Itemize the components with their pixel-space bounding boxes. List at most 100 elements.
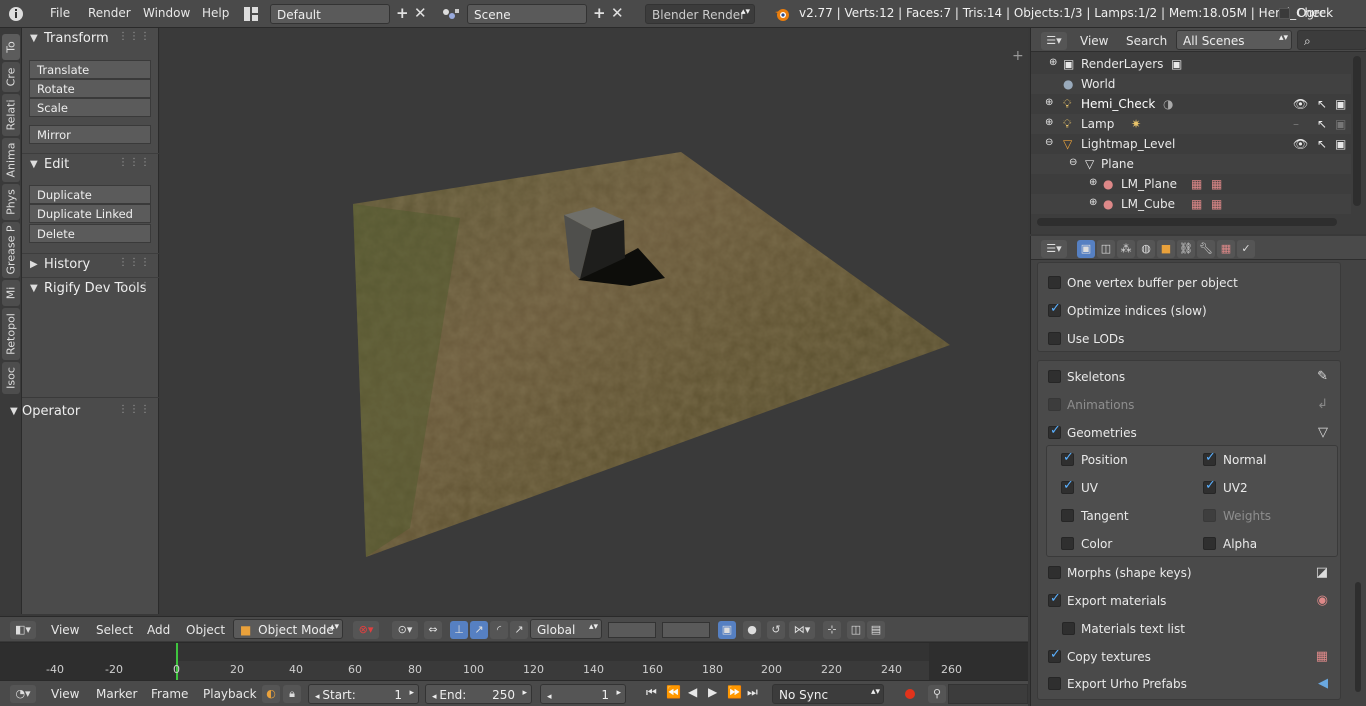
select-menu[interactable]: Select (96, 623, 133, 637)
playback-menu[interactable]: Playback (203, 687, 257, 701)
morphs-row[interactable]: Morphs (shape keys) ◪ (1038, 563, 1338, 583)
properties-scrollbar[interactable] (1355, 582, 1361, 692)
outliner-item-lamp[interactable]: ⊕ 💡︎ Lamp ✷ – ↖ ▣ (1031, 114, 1351, 134)
keyframe-type-icon[interactable]: ⚲ (928, 685, 946, 703)
expand-icon[interactable]: ⊕ (1045, 97, 1053, 108)
object-menu[interactable]: Object (186, 623, 225, 637)
outliner-h-scrollbar[interactable] (1037, 218, 1337, 226)
scene-tab-icon[interactable]: ⁂ (1117, 240, 1135, 258)
3d-viewport[interactable]: + (160, 28, 1028, 614)
drag-handle-icon[interactable]: ⋮⋮⋮ (118, 281, 151, 292)
geometries-row[interactable]: Geometries ▽ (1038, 423, 1338, 443)
weights-checkbox[interactable] (1203, 509, 1216, 522)
translate-button[interactable]: Translate (29, 60, 151, 79)
optimize-checkbox[interactable] (1048, 301, 1061, 317)
lock-icon[interactable]: 🔒︎ (283, 685, 301, 703)
jump-keyframe-back-icon[interactable]: ⏪ (666, 685, 681, 699)
operator-panel-header[interactable]: ▼ Operator ⋮⋮⋮ (0, 401, 159, 423)
render-tab-icon[interactable]: ▣ (1077, 240, 1095, 258)
transform-icon[interactable]: ↗ (510, 621, 528, 639)
select-cursor-icon[interactable]: ↖ (1317, 137, 1327, 151)
marker-menu[interactable]: Marker (96, 687, 137, 701)
render-layers-tab-icon[interactable]: ◫ (1097, 240, 1115, 258)
opengl-render-icon[interactable]: ▤ (867, 621, 885, 639)
tangent-row[interactable]: Tangent (1047, 506, 1187, 526)
delete-button[interactable]: Delete (29, 224, 151, 243)
outliner-v-scrollbar[interactable] (1353, 56, 1361, 206)
outliner-item-plane[interactable]: ⊖ ▽ Plane (1031, 154, 1351, 174)
menu-window[interactable]: Window (143, 6, 190, 20)
position-checkbox[interactable] (1061, 450, 1074, 466)
timeline[interactable]: -40 -20 0 20 40 60 80 100 120 140 160 18… (0, 642, 1028, 681)
lods-checkbox[interactable] (1048, 332, 1061, 345)
end-frame-field[interactable]: ◂ End: 250 ▸ (425, 684, 532, 704)
play-reverse-icon[interactable]: ◀ (688, 685, 697, 699)
collapse-icon[interactable]: ⊖ (1069, 157, 1077, 168)
copy-textures-checkbox[interactable] (1048, 647, 1061, 663)
geometries-checkbox[interactable] (1048, 423, 1061, 439)
outliner-item-world[interactable]: ● World (1031, 74, 1351, 94)
mode-select[interactable]: ■ Object Mode ▴▾ (233, 619, 343, 639)
outliner-editor-type-icon[interactable]: ☰▾ (1041, 32, 1067, 50)
layer-buttons-a[interactable] (608, 622, 656, 638)
one-vertex-checkbox[interactable] (1048, 276, 1061, 289)
tab-retopology[interactable]: Retopol (2, 308, 20, 360)
translate-manipulator-icon[interactable]: ⊥ (450, 621, 468, 639)
record-icon[interactable] (905, 689, 915, 699)
tab-grease-pencil[interactable]: Grease P (2, 222, 20, 278)
outliner-view-menu[interactable]: View (1080, 34, 1108, 48)
tab-physics[interactable]: Phys (2, 184, 20, 220)
alpha-row[interactable]: Alpha (1189, 534, 1329, 554)
menu-render[interactable]: Render (88, 6, 131, 20)
jump-keyframe-forward-icon[interactable]: ⏩ (727, 685, 742, 699)
select-cursor-icon[interactable]: ↖ (1317, 117, 1327, 131)
pivot-point-icon[interactable]: ⊙▾ (392, 621, 418, 639)
tangent-checkbox[interactable] (1061, 509, 1074, 522)
animations-row[interactable]: Animations ↲ (1038, 395, 1338, 415)
drag-handle-icon[interactable]: ⋮⋮⋮ (118, 157, 151, 168)
duplicate-button[interactable]: Duplicate (29, 185, 151, 204)
menu-file[interactable]: File (50, 6, 70, 20)
display-mode-select[interactable]: All Scenes ▴▾ (1176, 30, 1292, 50)
jump-start-icon[interactable]: ⏮ (646, 685, 657, 700)
weights-row[interactable]: Weights (1189, 506, 1329, 526)
alpha-checkbox[interactable] (1203, 537, 1216, 550)
outliner-item-lightmap-level[interactable]: ⊖ ▽ Lightmap_Level 👁︎ ↖ ▣ (1031, 134, 1351, 154)
materials-text-row[interactable]: Materials text list (1038, 619, 1338, 639)
export-prefabs-row[interactable]: Export Urho Prefabs ◀ (1038, 674, 1338, 694)
lods-row[interactable]: Use LODs (1038, 329, 1338, 349)
uv2-checkbox[interactable] (1203, 478, 1216, 494)
normal-row[interactable]: Normal (1189, 450, 1329, 470)
tab-misc[interactable]: Mi (2, 280, 20, 306)
texture-tab-icon[interactable]: ▦ (1217, 240, 1235, 258)
rotate-button[interactable]: Rotate (29, 79, 151, 98)
render-camera-icon[interactable]: ▣ (1335, 137, 1346, 151)
outliner-item-renderlayers[interactable]: ⊕ ▣ RenderLayers ▣ (1031, 54, 1351, 74)
jump-end-icon[interactable]: ⏭ (747, 685, 758, 700)
properties-editor-type-icon[interactable]: ☰▾ (1041, 240, 1067, 258)
play-icon[interactable]: ▶ (708, 685, 717, 699)
proportional-edit-icon[interactable]: ● (743, 621, 761, 639)
mirror-button[interactable]: Mirror (29, 125, 151, 144)
morphs-checkbox[interactable] (1048, 566, 1061, 579)
add-layout-icon[interactable]: + (396, 4, 409, 22)
drag-handle-icon[interactable]: ⋮⋮⋮ (118, 257, 151, 268)
snap-target-icon[interactable]: ⊹ (823, 621, 841, 639)
materials-text-checkbox[interactable] (1062, 622, 1075, 635)
timeline-view-menu[interactable]: View (51, 687, 79, 701)
add-menu[interactable]: Add (147, 623, 170, 637)
one-vertex-row[interactable]: One vertex buffer per object (1038, 273, 1338, 293)
outliner-search-menu[interactable]: Search (1126, 34, 1167, 48)
outliner-item-lm-cube[interactable]: ⊕ ● LM_Cube ▦ ▦ (1031, 194, 1351, 214)
export-materials-checkbox[interactable] (1048, 591, 1061, 607)
manipulator-toggle-icon[interactable]: ⇔ (424, 621, 442, 639)
outliner-item-hemi-check[interactable]: ⊕ 💡︎ Hemi_Check ◑ 👁︎ ↖ ▣ (1031, 94, 1351, 114)
layout-field[interactable]: Default (270, 4, 390, 24)
snap-element-icon[interactable]: ⋈▾ (789, 621, 815, 639)
duplicate-linked-button[interactable]: Duplicate Linked (29, 204, 151, 223)
view-menu[interactable]: View (51, 623, 79, 637)
optimize-row[interactable]: Optimize indices (slow) (1038, 301, 1338, 321)
render-icon[interactable]: ◫ (847, 621, 865, 639)
editor-type-icon[interactable]: ◧▾ (10, 621, 36, 639)
rigify-panel-header[interactable]: ▼ Rigify Dev Tools ⋮⋮⋮ (22, 277, 159, 299)
